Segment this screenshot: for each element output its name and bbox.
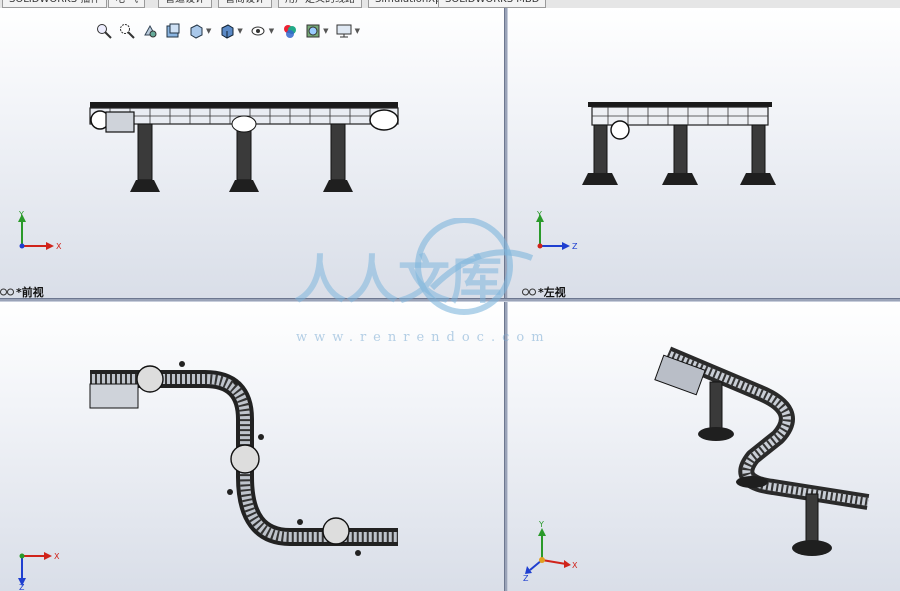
view-label-front: *前视 (0, 284, 44, 298)
chevron-down-icon[interactable]: ▼ (269, 27, 274, 35)
heads-up-view-toolbar: ▼ ▼ ▼ ▼ ▼ (94, 20, 362, 42)
view-orientation-icon[interactable] (186, 22, 205, 41)
apply-scene-icon[interactable] (303, 22, 322, 41)
chevron-down-icon[interactable]: ▼ (355, 27, 360, 35)
tab-user-defined-route[interactable]: 用户定义的线路 (278, 0, 362, 8)
viewport-top[interactable]: X Z (0, 302, 504, 591)
chevron-down-icon[interactable]: ▼ (237, 27, 242, 35)
triad-x-label: X (572, 561, 578, 570)
hide-show-items-icon[interactable] (249, 22, 268, 41)
view-settings-icon[interactable] (335, 22, 354, 41)
chevron-down-icon[interactable]: ▼ (323, 27, 328, 35)
triad-left: Y Z (536, 210, 578, 251)
triad-isometric: Y X Z (523, 520, 578, 582)
triad-z-label: Z (19, 583, 25, 590)
tab-tubing[interactable]: 管筒设计 (218, 0, 272, 8)
zoom-to-area-icon[interactable] (117, 22, 136, 41)
viewport-left[interactable]: Y Z *左视 (508, 8, 900, 298)
viewport-splitter-horizontal[interactable] (0, 298, 900, 302)
view-name-front: *前视 (16, 286, 44, 298)
display-style-icon[interactable] (217, 22, 236, 41)
viewport-front[interactable]: Y X *前视 ▼ ▼ ▼ ▼ ▼ (0, 8, 504, 298)
view-name-left: *左视 (538, 286, 566, 298)
triad-top: X Z (18, 552, 60, 590)
section-view-icon[interactable] (163, 22, 182, 41)
triad-y-label: Y (18, 210, 24, 219)
tab-piping[interactable]: 管道设计 (158, 0, 212, 8)
triad-y-label: Y (536, 210, 542, 219)
previous-view-icon[interactable] (140, 22, 159, 41)
triad-z-label: Z (523, 574, 529, 582)
viewport-isometric[interactable]: Y X Z (508, 302, 900, 591)
front-view-model (89, 102, 399, 192)
triad-z-label: Z (572, 242, 578, 251)
view-glasses-icon (0, 288, 14, 296)
tab-electrical[interactable]: 电 气 (108, 0, 146, 8)
chevron-down-icon[interactable]: ▼ (206, 27, 211, 35)
view-label-left: *左视 (522, 284, 566, 298)
view-glasses-icon (522, 288, 536, 296)
zoom-to-fit-icon[interactable] (94, 22, 113, 41)
tab-solidworks-mbd[interactable]: SOLIDWORKS MBD (438, 0, 547, 8)
triad-x-label: X (54, 552, 60, 561)
triad-x-label: X (56, 242, 62, 251)
edit-appearance-icon[interactable] (280, 22, 299, 41)
top-view-model (89, 361, 398, 556)
watermark-url: www.renrendoc.com (296, 330, 551, 345)
triad-y-label: Y (538, 520, 544, 529)
tab-solidworks-addins[interactable]: SOLIDWORKS 插件 (2, 0, 108, 8)
triad-front: Y X (18, 210, 62, 251)
command-manager-tabs: SOLIDWORKS 插件 电 气 管道设计 管筒设计 用户定义的线路 Simu… (0, 0, 900, 8)
